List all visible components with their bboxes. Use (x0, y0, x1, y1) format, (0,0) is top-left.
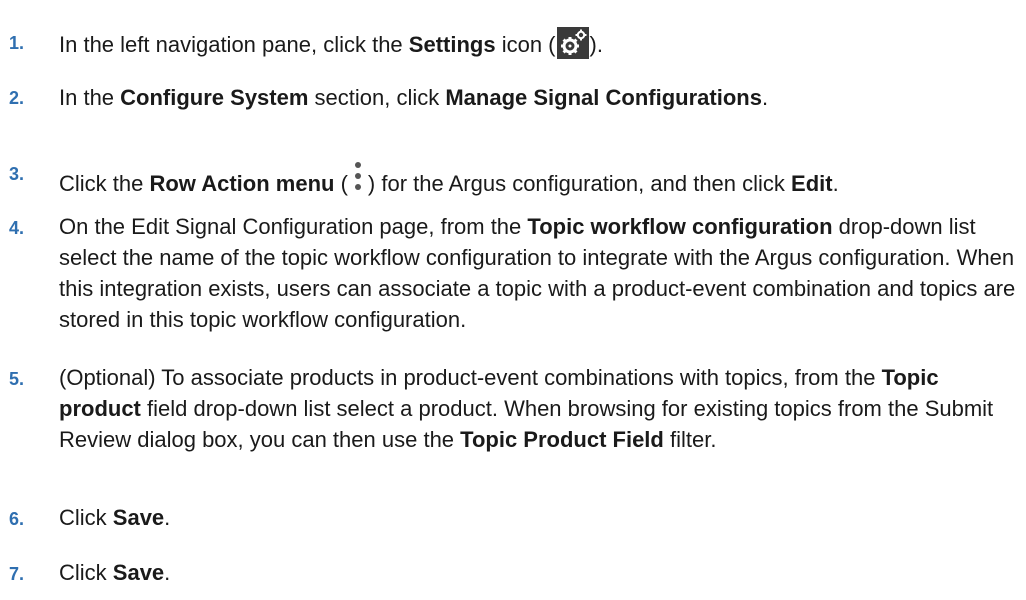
text-span: . (164, 560, 171, 585)
step-text: In the left navigation pane, click the S… (59, 27, 1017, 60)
text-span: Click the (59, 171, 150, 196)
ui-term: Settings (408, 32, 496, 57)
text-span: filter. (663, 427, 717, 452)
text-span: ). (589, 32, 603, 57)
step-text: Click Save. (59, 557, 1017, 588)
text-span: (Optional) To associate products in prod… (59, 365, 882, 390)
text-span: ( (334, 171, 348, 196)
ui-term: Manage Signal Configurations (445, 85, 762, 110)
text-span: . (761, 85, 769, 110)
ui-term: Topic workflow configuration (527, 214, 833, 239)
step-text: Click Save. (59, 502, 1017, 533)
ui-term: Topic Product Field (460, 427, 664, 452)
text-span: In the left navigation pane, click the (59, 32, 409, 57)
ui-term: Save (112, 560, 165, 585)
text-span: In the (59, 85, 121, 110)
step-number: 7. (9, 564, 25, 584)
step-text: In the Configure System section, click M… (59, 82, 1017, 113)
kebab-icon (348, 157, 368, 201)
step-number: 1. (9, 33, 25, 53)
gear-icon (556, 27, 589, 59)
step-number: 6. (9, 509, 25, 529)
text-span: icon ( (495, 32, 556, 57)
text-span: section, click (308, 85, 446, 110)
step-number: 3. (9, 164, 25, 184)
text-span: . (832, 171, 839, 196)
step-text: (Optional) To associate products in prod… (59, 362, 1017, 455)
step-text: On the Edit Signal Configuration page, f… (59, 211, 1017, 335)
ui-term: Save (112, 505, 165, 530)
step-text: Click the Row Action menu ( ) for the Arg… (59, 157, 1017, 201)
text-span: Click (59, 560, 113, 585)
step-number: 2. (9, 88, 25, 108)
step-number: 5. (9, 369, 25, 389)
ui-term: Configure System (120, 85, 309, 110)
ui-term: Edit (791, 171, 833, 196)
text-span: Click (59, 505, 113, 530)
step-number: 4. (9, 218, 25, 238)
text-span: On the Edit Signal Configuration page, f… (59, 214, 528, 239)
text-span: ) for the Argus configuration, and then … (367, 171, 792, 196)
ui-term: Row Action menu (149, 171, 335, 196)
text-span: . (164, 505, 171, 530)
